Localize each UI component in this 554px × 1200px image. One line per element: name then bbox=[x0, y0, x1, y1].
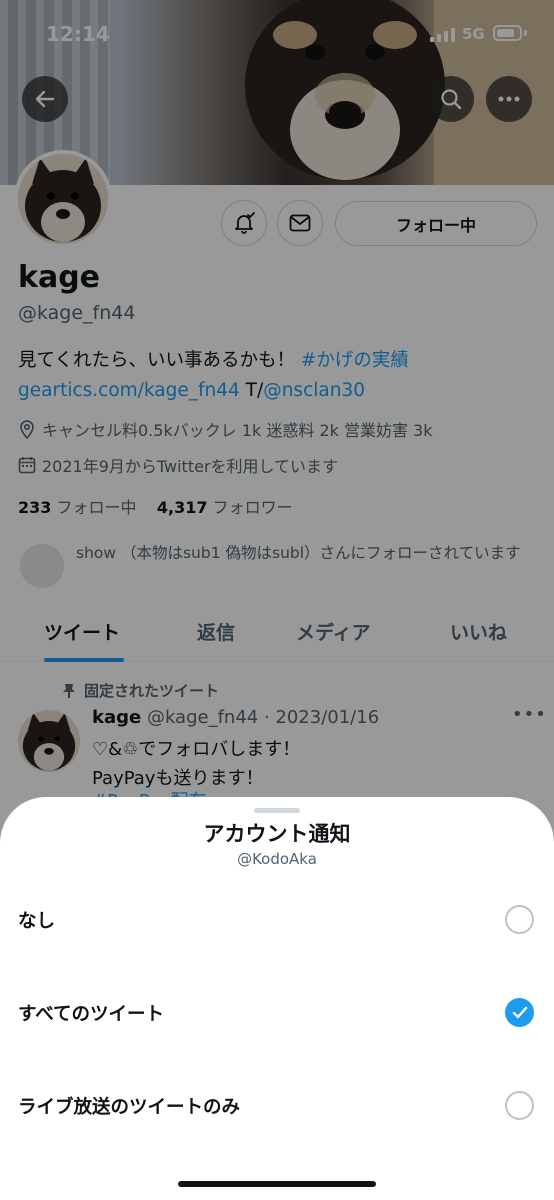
check-icon bbox=[512, 1006, 527, 1019]
sheet-title: アカウント通知 bbox=[203, 822, 351, 846]
option-all-tweets-label: すべてのツイート bbox=[18, 1004, 164, 1025]
sheet-grabber[interactable] bbox=[254, 808, 300, 813]
radio-unchecked-icon[interactable] bbox=[505, 905, 534, 934]
option-live-only-label: ライブ放送のツイートのみ bbox=[18, 1097, 241, 1118]
option-live-only[interactable]: ライブ放送のツイートのみ bbox=[0, 1076, 554, 1136]
option-none-label: なし bbox=[18, 911, 56, 932]
radio-checked-icon[interactable] bbox=[505, 998, 534, 1027]
option-all-tweets[interactable]: すべてのツイート bbox=[0, 983, 554, 1043]
option-none[interactable]: なし bbox=[0, 890, 554, 950]
home-indicator[interactable] bbox=[178, 1181, 376, 1187]
radio-unchecked-icon[interactable] bbox=[505, 1091, 534, 1120]
sheet-subtitle: @KodoAka bbox=[237, 850, 317, 868]
